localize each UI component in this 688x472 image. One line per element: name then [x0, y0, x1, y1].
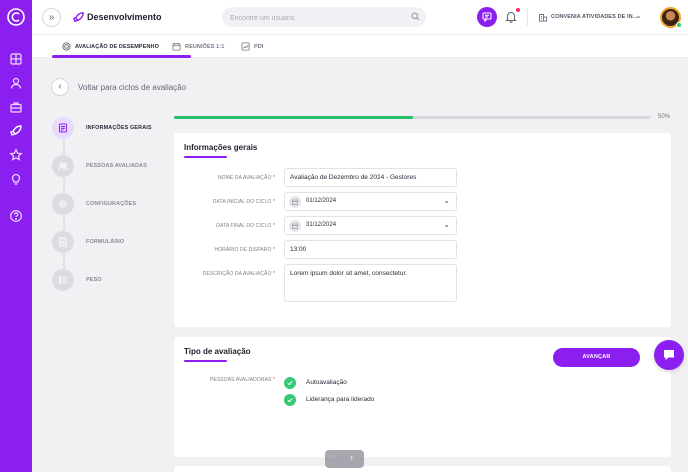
chart-icon — [241, 42, 250, 51]
start-date-select[interactable]: 01/12/2024 ⌄ — [284, 192, 457, 211]
step-label[interactable]: FORMULÁRIO — [86, 239, 124, 245]
page-title: Desenvolvimento — [87, 12, 162, 22]
check-icon — [287, 397, 293, 403]
tab-label: PDI — [254, 43, 264, 50]
section-title-underline — [184, 360, 227, 362]
form-icon — [59, 237, 67, 247]
next-page-button[interactable]: › — [350, 452, 353, 462]
calendar-icon — [289, 220, 301, 232]
search-box — [222, 7, 426, 29]
lightbulb-icon[interactable] — [9, 172, 23, 186]
chat-icon — [664, 350, 674, 360]
evaluation-name-field[interactable]: Avaliação de Dezembro de 2024 - Gestores — [284, 168, 457, 187]
chat-icon — [482, 12, 492, 22]
help-icon[interactable] — [9, 209, 23, 223]
active-tab-indicator — [52, 55, 191, 58]
divider — [527, 9, 528, 26]
chevron-down-icon: ⌄ — [443, 220, 450, 229]
next-button[interactable]: AVANÇAR — [553, 348, 640, 367]
sidebar-rail — [0, 0, 32, 472]
building-icon — [539, 14, 547, 22]
field-label: HORÁRIO DE DISPARO * — [214, 247, 275, 253]
tab-label: REUNIÕES 1:1 — [185, 43, 225, 50]
description-textarea[interactable]: Lorem ipsum dolor sit amet, consectetur. — [284, 264, 457, 302]
chat-button[interactable] — [477, 7, 497, 27]
checkbox-label[interactable]: Autoavaliação — [306, 379, 347, 386]
checkbox-lideranca[interactable] — [284, 394, 296, 406]
tab-pdi[interactable]: PDI — [241, 35, 263, 58]
step-formulario[interactable] — [52, 231, 74, 253]
prev-page-button[interactable]: ‹ — [332, 453, 334, 460]
step-peso[interactable] — [52, 269, 74, 291]
chevron-down-icon[interactable]: ⌄ — [635, 11, 642, 20]
general-info-card: Informações gerais NOME DA AVALIAÇÃO * A… — [174, 133, 671, 327]
step-informacoes-gerais[interactable] — [52, 117, 74, 139]
end-date-select[interactable]: 31/12/2024 ⌄ — [284, 216, 457, 235]
expand-sidebar-button[interactable]: » — [42, 8, 61, 27]
step-configuracoes[interactable] — [52, 193, 74, 215]
trigger-time-field[interactable]: 13:00 — [284, 240, 457, 259]
rocket-icon[interactable] — [9, 124, 23, 138]
progress-label: 50% — [658, 114, 671, 120]
step-label[interactable]: PESSOAS AVALIADAS — [86, 163, 147, 169]
field-label: NOME DA AVALIAÇÃO * — [217, 175, 275, 181]
calendar-icon — [172, 42, 181, 51]
field-label: PESSOAS AVALIADORAS * — [209, 377, 275, 383]
target-icon — [62, 42, 71, 51]
progress-bar — [174, 116, 651, 119]
rocket-icon — [72, 12, 84, 23]
check-icon — [287, 380, 293, 386]
search-icon[interactable] — [411, 12, 420, 21]
people-icon — [58, 162, 68, 170]
section-title: Informações gerais — [184, 143, 258, 152]
section-title: Tipo de avaliação — [184, 347, 251, 356]
back-link[interactable]: Voltar para ciclos de avaliação — [78, 83, 186, 92]
top-bar: » Desenvolvimento CONVENIA ATIVIDADES DE… — [32, 0, 688, 35]
calendar-icon — [289, 196, 301, 208]
step-pessoas-avaliadas[interactable] — [52, 155, 74, 177]
pagination: ‹ › — [325, 450, 364, 468]
field-label: DATA FINAL DO CICLO * — [216, 223, 275, 229]
star-icon[interactable] — [9, 148, 23, 162]
field-label: DESCRIÇÃO DA AVALIAÇÃO * — [202, 271, 275, 277]
back-button[interactable]: ‹ — [51, 78, 69, 96]
field-label: DATA INICIAL DO CICLO * — [212, 199, 275, 205]
next-card — [174, 466, 671, 472]
user-icon[interactable] — [9, 76, 23, 90]
progress-fill — [174, 116, 413, 119]
document-icon — [59, 123, 67, 133]
notification-badge — [516, 8, 520, 12]
chat-fab-button[interactable] — [654, 340, 684, 370]
section-title-underline — [184, 156, 227, 158]
gear-icon — [58, 199, 68, 209]
chevron-down-icon: ⌄ — [443, 196, 450, 205]
step-label[interactable]: INFORMAÇÕES GERAIS — [86, 125, 152, 131]
tabs-bar: AVALIAÇÃO DE DESEMPENHO REUNIÕES 1:1 PDI — [32, 35, 688, 58]
briefcase-icon[interactable] — [9, 100, 23, 114]
online-status-dot — [676, 22, 682, 28]
step-label[interactable]: PESO — [86, 277, 102, 283]
checkbox-label[interactable]: Liderança para liderado — [306, 396, 374, 403]
tab-label: AVALIAÇÃO DE DESEMPENHO — [75, 43, 159, 50]
logo-icon[interactable] — [7, 8, 25, 26]
company-selector[interactable]: CONVENIA ATIVIDADES DE IN... — [551, 14, 638, 20]
checkbox-autoavaliacao[interactable] — [284, 377, 296, 389]
step-label[interactable]: CONFIGURAÇÕES — [86, 201, 136, 207]
search-input[interactable] — [222, 8, 397, 29]
list-icon — [58, 276, 67, 284]
bell-icon[interactable] — [505, 10, 517, 23]
grid-icon[interactable] — [9, 52, 23, 66]
